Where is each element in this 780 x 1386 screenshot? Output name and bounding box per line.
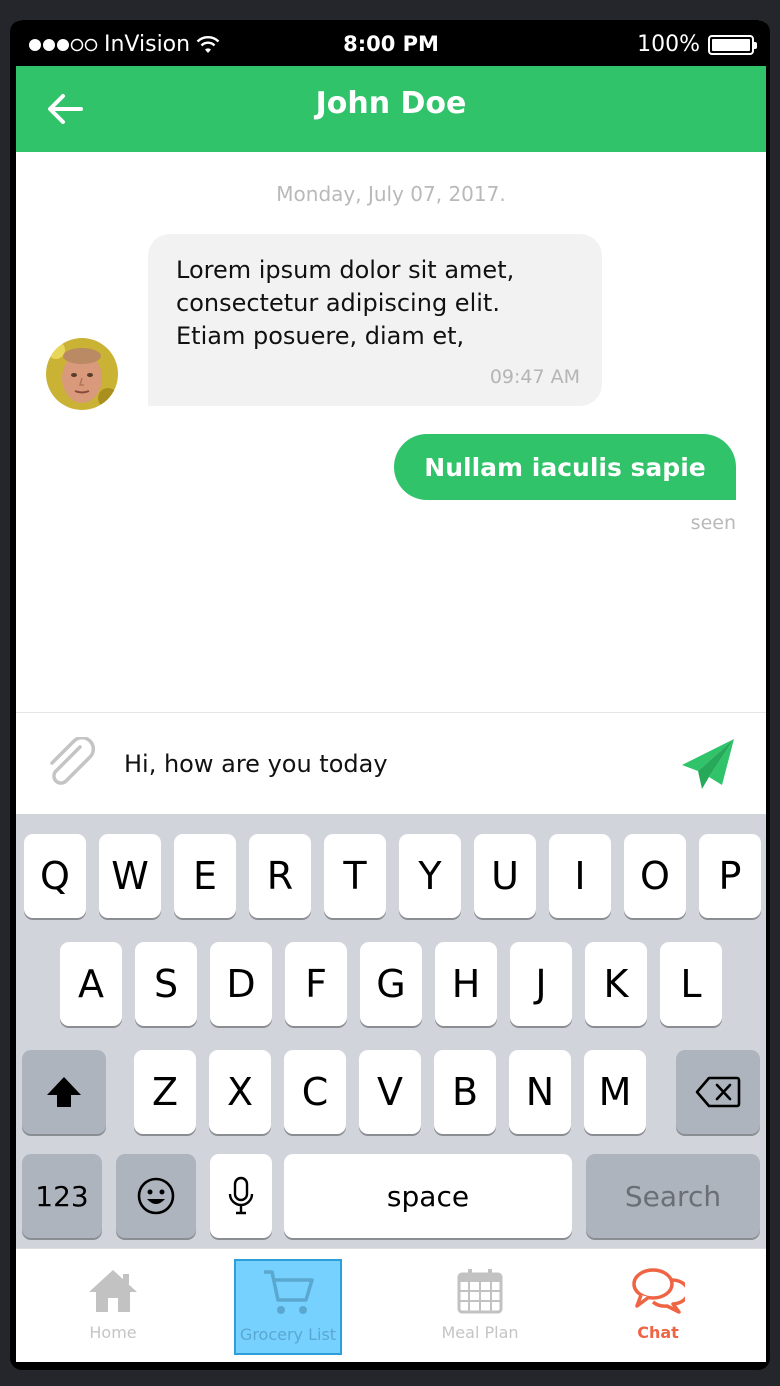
outgoing-message[interactable]: Nullam iaculis sapie <box>394 434 736 500</box>
contact-name: John Doe <box>315 86 467 121</box>
keyboard-key[interactable]: F <box>285 942 347 1026</box>
keyboard: 123 space Search QWERTYUIOP ASDFGHJKL ZXCV… <box>16 814 766 1248</box>
message-input[interactable] <box>124 741 664 787</box>
tab-home-label: Home <box>89 1323 137 1342</box>
battery-percent: 100% <box>637 32 700 57</box>
chat-date: Monday, July 07, 2017. <box>276 182 506 206</box>
keyboard-key[interactable]: T <box>324 834 386 918</box>
keyboard-key[interactable]: I <box>549 834 611 918</box>
send-button[interactable] <box>680 737 738 793</box>
keyboard-key[interactable]: L <box>660 942 722 1026</box>
avatar-photo <box>46 338 118 410</box>
keyboard-key[interactable]: R <box>249 834 311 918</box>
delete-key[interactable] <box>676 1050 760 1134</box>
emoji-face-icon <box>137 1177 175 1215</box>
home-icon <box>89 1270 137 1312</box>
backspace-icon <box>695 1076 741 1108</box>
keyboard-key[interactable]: M <box>584 1050 646 1134</box>
tab-chat-label: Chat <box>637 1323 679 1342</box>
keyboard-key[interactable]: S <box>135 942 197 1026</box>
keyboard-key[interactable]: O <box>624 834 686 918</box>
keyboard-key[interactable]: U <box>474 834 536 918</box>
shopping-cart-icon <box>264 1270 314 1314</box>
keyboard-key[interactable]: B <box>434 1050 496 1134</box>
shift-key[interactable] <box>22 1050 106 1134</box>
chat-bubbles-icon <box>632 1268 685 1314</box>
keyboard-key[interactable]: E <box>174 834 236 918</box>
status-bar: InVision 8:00 PM 100% <box>16 20 766 66</box>
keyboard-key[interactable]: X <box>209 1050 271 1134</box>
shift-arrow-icon <box>47 1077 81 1107</box>
keyboard-key[interactable]: P <box>699 834 761 918</box>
incoming-message[interactable]: Lorem ipsum dolor sit amet, consectetur … <box>148 234 602 406</box>
keyboard-key[interactable]: Z <box>134 1050 196 1134</box>
microphone-icon <box>228 1176 254 1215</box>
incoming-message-text: Lorem ipsum dolor sit amet, consectetur … <box>176 256 515 350</box>
keyboard-key[interactable]: A <box>60 942 122 1026</box>
keyboard-key[interactable]: V <box>359 1050 421 1134</box>
keyboard-key[interactable]: H <box>435 942 497 1026</box>
emoji-key[interactable] <box>116 1154 196 1238</box>
keyboard-key[interactable]: W <box>99 834 161 918</box>
incoming-message-time: 09:47 AM <box>489 366 580 388</box>
dictation-key[interactable] <box>210 1154 272 1238</box>
keyboard-key[interactable]: Q <box>24 834 86 918</box>
phone-frame: InVision 8:00 PM 100% John Doe Monday, J… <box>10 20 770 1370</box>
space-key[interactable]: space <box>284 1154 572 1238</box>
message-seen-status: seen <box>690 512 736 534</box>
attach-button[interactable] <box>44 735 100 791</box>
search-key[interactable]: Search <box>586 1154 760 1238</box>
numbers-key[interactable]: 123 <box>22 1154 102 1238</box>
tab-grocery-list[interactable]: Grocery List <box>234 1259 342 1355</box>
tab-grocery-list-label: Grocery List <box>239 1325 337 1344</box>
send-plane-icon <box>682 739 734 789</box>
keyboard-key[interactable]: G <box>360 942 422 1026</box>
tab-meal-plan[interactable]: Meal Plan <box>405 1259 555 1355</box>
outgoing-message-text: Nullam iaculis sapie <box>424 452 706 482</box>
calendar-icon <box>457 1269 503 1314</box>
keyboard-key[interactable]: D <box>210 942 272 1026</box>
chat-header: John Doe <box>16 66 766 152</box>
message-composer <box>16 712 766 814</box>
avatar[interactable] <box>46 338 118 410</box>
tab-home[interactable]: Home <box>38 1259 188 1355</box>
keyboard-key[interactable]: Y <box>399 834 461 918</box>
keyboard-key[interactable]: J <box>510 942 572 1026</box>
keyboard-key[interactable]: C <box>284 1050 346 1134</box>
paperclip-icon <box>50 735 96 785</box>
status-right: 100% <box>637 32 757 57</box>
keyboard-key[interactable]: K <box>585 942 647 1026</box>
tab-bar: Home Grocery List Meal Plan Chat <box>16 1248 766 1362</box>
keyboard-key[interactable]: N <box>509 1050 571 1134</box>
chat-thread[interactable]: Monday, July 07, 2017. Lorem ipsum dolor… <box>16 152 766 712</box>
battery-icon <box>708 34 757 55</box>
tab-chat[interactable]: Chat <box>583 1259 733 1355</box>
tab-meal-plan-label: Meal Plan <box>441 1323 519 1342</box>
screen: InVision 8:00 PM 100% John Doe Monday, J… <box>16 20 766 1362</box>
